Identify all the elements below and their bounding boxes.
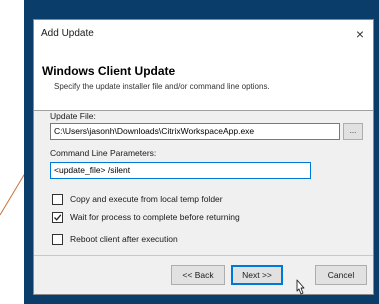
checkmark-icon	[54, 214, 62, 221]
window-title: Add Update	[41, 28, 94, 39]
copy-temp-label: Copy and execute from local temp folder	[70, 194, 223, 204]
close-icon[interactable]: ×	[349, 23, 371, 45]
back-button[interactable]: << Back	[171, 265, 225, 285]
header-subtitle: Specify the update installer file and/or…	[54, 82, 270, 91]
command-line-input[interactable]: <update_file> /silent	[50, 162, 311, 179]
next-button[interactable]: Next >>	[231, 265, 283, 285]
browse-button[interactable]: ...	[343, 123, 363, 140]
cancel-button[interactable]: Cancel	[315, 265, 367, 285]
option-copy-temp[interactable]: Copy and execute from local temp folder	[52, 193, 352, 207]
header-title: Windows Client Update	[42, 64, 176, 78]
footer-divider	[34, 255, 373, 256]
copy-temp-checkbox[interactable]	[52, 194, 63, 205]
wizard-header: Windows Client Update Specify the update…	[34, 50, 373, 110]
wait-process-label: Wait for process to complete before retu…	[70, 212, 240, 222]
reboot-label: Reboot client after execution	[70, 234, 178, 244]
title-bar[interactable]: Add Update ×	[34, 20, 373, 50]
add-update-dialog: Add Update × Windows Client Update Speci…	[33, 19, 374, 295]
update-file-label: Update File:	[50, 111, 96, 121]
option-reboot[interactable]: Reboot client after execution	[52, 233, 352, 247]
wait-process-checkbox[interactable]	[52, 212, 63, 223]
mouse-pointer-icon	[296, 279, 305, 295]
update-file-input[interactable]: C:\Users\jasonh\Downloads\CitrixWorkspac…	[50, 123, 340, 140]
option-wait-process[interactable]: Wait for process to complete before retu…	[52, 211, 352, 225]
reboot-checkbox[interactable]	[52, 234, 63, 245]
command-line-label: Command Line Parameters:	[50, 148, 157, 158]
